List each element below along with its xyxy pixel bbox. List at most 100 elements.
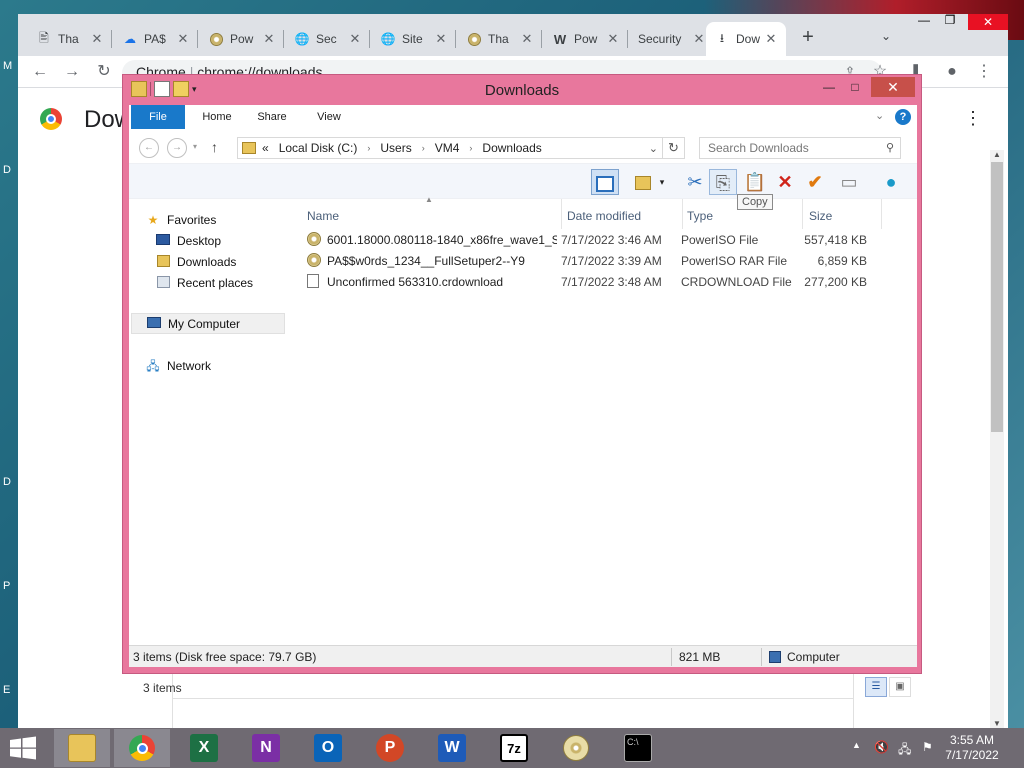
desktop-icon-label[interactable]: D: [3, 164, 11, 176]
profile-avatar-icon[interactable]: ●: [942, 62, 962, 82]
browser-tab[interactable]: 🌐 Sec ✕: [286, 22, 370, 56]
browser-tab[interactable]: 🌐 Site ✕: [372, 22, 456, 56]
breadcrumb[interactable]: « Local Disk (C:) › Users › VM4 › Downlo…: [237, 137, 663, 159]
search-input[interactable]: Search Downloads ⚲: [699, 137, 901, 159]
chevron-right-icon[interactable]: ›: [422, 143, 425, 153]
checkmark-icon[interactable]: ✔: [801, 169, 829, 195]
tab-close-icon[interactable]: ✕: [90, 31, 104, 47]
column-header-size[interactable]: Size: [809, 205, 879, 227]
minimize-icon[interactable]: —: [910, 14, 938, 28]
recent-locations-icon[interactable]: ▾: [193, 142, 197, 151]
taskbar-file-explorer[interactable]: [54, 729, 110, 767]
browser-tab-active[interactable]: ⭳ Dow ✕: [706, 22, 786, 56]
tab-home[interactable]: Home: [191, 105, 243, 129]
new-tab-button[interactable]: +: [796, 26, 820, 50]
page-scrollbar[interactable]: ▲ ▼: [990, 150, 1004, 728]
browser-tab[interactable]: Tha ✕: [458, 22, 542, 56]
more-options-icon[interactable]: ⋮: [964, 108, 982, 129]
browser-tab[interactable]: Pow ✕: [200, 22, 284, 56]
tab-close-icon[interactable]: ✕: [434, 31, 448, 47]
paste-icon[interactable]: 📋: [741, 169, 769, 195]
tab-share[interactable]: Share: [247, 105, 297, 129]
taskbar-poweriso[interactable]: [548, 729, 604, 767]
desktop-icon-label[interactable]: E: [3, 684, 10, 696]
details-view-icon[interactable]: ☰: [865, 677, 887, 697]
nav-network[interactable]: 🖧 Network: [145, 355, 211, 376]
taskbar-chrome[interactable]: [114, 729, 170, 767]
browser-tab[interactable]: ☁ PA$ ✕: [114, 22, 198, 56]
breadcrumb-item[interactable]: Local Disk (C:): [279, 141, 358, 155]
close-icon[interactable]: ✕: [968, 14, 1008, 30]
taskbar-cmd[interactable]: C:\: [610, 729, 666, 767]
tab-close-icon[interactable]: ✕: [764, 31, 778, 47]
tab-view[interactable]: View: [305, 105, 353, 129]
taskbar-powerpoint[interactable]: P: [362, 729, 418, 767]
rename-icon[interactable]: ▭: [835, 169, 863, 195]
network-icon[interactable]: 🖧: [898, 740, 911, 761]
up-arrow-icon[interactable]: ↑: [211, 139, 218, 155]
desktop-icon-label[interactable]: D: [3, 476, 11, 488]
taskbar-outlook[interactable]: O: [300, 729, 356, 767]
taskbar-excel[interactable]: X: [176, 729, 232, 767]
refresh-icon[interactable]: ↻: [663, 137, 685, 159]
help-icon[interactable]: ?: [895, 109, 911, 125]
globe-icon[interactable]: ●: [877, 169, 905, 195]
chevron-right-icon[interactable]: ›: [367, 143, 370, 153]
back-arrow-icon[interactable]: ←: [30, 62, 50, 82]
forward-icon[interactable]: →: [167, 138, 187, 158]
nav-desktop[interactable]: Desktop: [155, 230, 221, 251]
tab-close-icon[interactable]: ✕: [692, 31, 706, 47]
breadcrumb-item[interactable]: Users: [380, 141, 411, 155]
browser-tab[interactable]: Security ✕: [630, 22, 714, 56]
file-row[interactable]: Unconfirmed 563310.crdownload 7/17/2022 …: [305, 271, 885, 292]
folder-properties-icon[interactable]: [629, 169, 657, 195]
tab-search-chevron-icon[interactable]: ⌄: [876, 26, 896, 46]
tab-close-icon[interactable]: ✕: [520, 31, 534, 47]
ribbon-expand-icon[interactable]: ⌄: [875, 109, 884, 122]
taskbar-onenote[interactable]: N: [238, 729, 294, 767]
scroll-up-icon[interactable]: ▲: [990, 150, 1004, 159]
close-icon[interactable]: ✕: [871, 77, 915, 97]
maximize-icon[interactable]: □: [845, 78, 865, 96]
maximize-icon[interactable]: ❐: [936, 14, 964, 28]
tab-close-icon[interactable]: ✕: [262, 31, 276, 47]
copy-icon[interactable]: ⎘: [709, 169, 737, 195]
file-row[interactable]: 6001.18000.080118-1840_x86fre_wave1_Se..…: [305, 229, 885, 250]
nav-recent-places[interactable]: Recent places: [155, 272, 253, 293]
scroll-down-icon[interactable]: ▼: [990, 719, 1004, 728]
tab-close-icon[interactable]: ✕: [606, 31, 620, 47]
column-header-type[interactable]: Type: [687, 205, 797, 227]
back-icon[interactable]: ←: [139, 138, 159, 158]
dropdown-arrow-icon[interactable]: ▾: [655, 169, 669, 195]
file-row[interactable]: PA$$w0rds_1234__FullSetuper2--Y9 7/17/20…: [305, 250, 885, 271]
cut-icon[interactable]: ✂: [681, 169, 709, 195]
volume-muted-icon[interactable]: 🔇: [874, 740, 889, 754]
browser-tab[interactable]: 🖹 Tha ✕: [28, 22, 112, 56]
tab-close-icon[interactable]: ✕: [176, 31, 190, 47]
system-clock[interactable]: 3:55 AM 7/17/2022: [930, 733, 1014, 763]
minimize-icon[interactable]: —: [819, 78, 839, 96]
browser-tab[interactable]: W Pow ✕: [544, 22, 628, 56]
windows-start-icon[interactable]: [8, 736, 40, 760]
taskbar-7zip[interactable]: 7z: [486, 729, 542, 767]
nav-favorites[interactable]: ★ Favorites: [145, 209, 217, 230]
delete-icon[interactable]: ✕: [771, 169, 799, 195]
scroll-thumb[interactable]: [991, 162, 1003, 432]
chrome-menu-icon[interactable]: ⋮: [974, 62, 994, 82]
nav-downloads[interactable]: Downloads: [155, 251, 236, 272]
column-header-date[interactable]: Date modified: [567, 205, 677, 227]
show-hidden-icons-icon[interactable]: ▲: [852, 740, 861, 750]
breadcrumb-item[interactable]: Downloads: [482, 141, 541, 155]
title-bar[interactable]: ▾ Downloads — □ ✕: [123, 75, 921, 105]
chevron-down-icon[interactable]: ⌄: [649, 142, 658, 155]
breadcrumb-item[interactable]: VM4: [435, 141, 460, 155]
column-header-name[interactable]: Name: [307, 205, 557, 227]
forward-arrow-icon[interactable]: →: [62, 62, 82, 82]
chevron-right-icon[interactable]: ›: [469, 143, 472, 153]
preview-pane-icon[interactable]: [591, 169, 619, 195]
desktop-icon-label[interactable]: P: [3, 580, 10, 592]
desktop-icon-label[interactable]: M: [3, 60, 12, 72]
breadcrumb-prefix[interactable]: «: [262, 141, 269, 155]
large-icons-view-icon[interactable]: ▣: [889, 677, 911, 697]
taskbar-word[interactable]: W: [424, 729, 480, 767]
